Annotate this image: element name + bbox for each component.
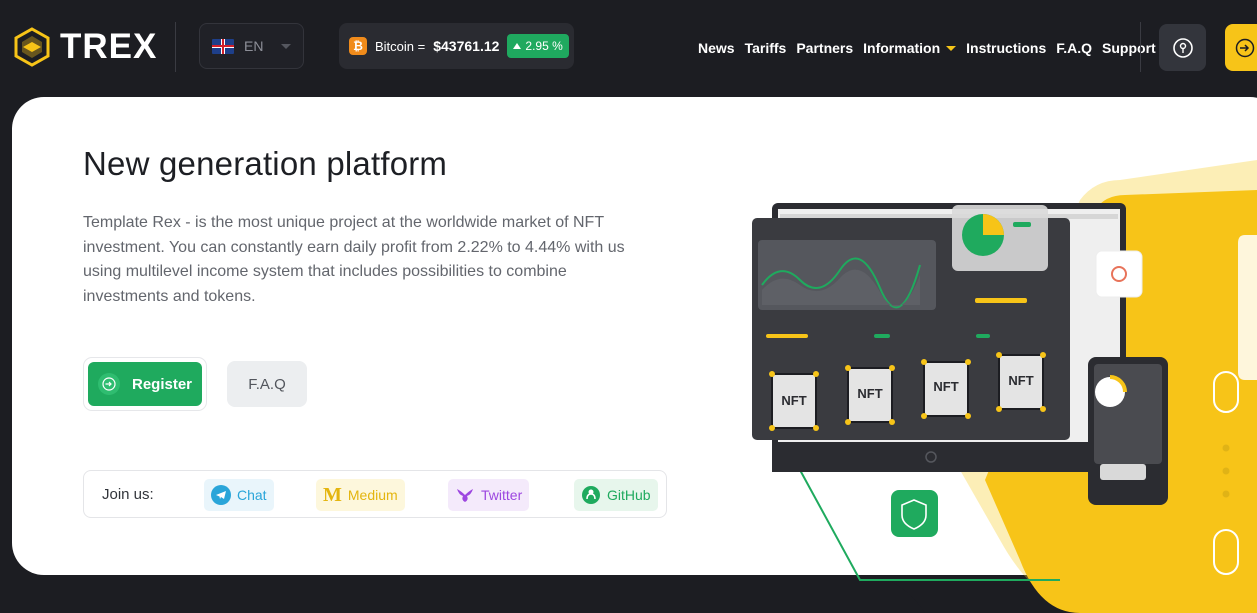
- nav-information-label: Information: [863, 40, 941, 56]
- bitcoin-price-ticker: ₿ Bitcoin = $43761.12 2.95 %: [339, 23, 574, 69]
- join-us-bar: Join us: Chat M Medium Twitter GitHub: [83, 470, 667, 518]
- nav-tariffs[interactable]: Tariffs: [745, 40, 787, 56]
- uk-flag-icon: [212, 38, 234, 54]
- register-button[interactable]: Register: [88, 362, 202, 406]
- arrow-up-icon: [513, 43, 522, 49]
- brand-name: TREX: [60, 27, 158, 66]
- hero-section: New generation platform Template Rex - i…: [12, 97, 1257, 575]
- medium-link[interactable]: M Medium: [316, 479, 405, 511]
- nav-partners[interactable]: Partners: [796, 40, 853, 56]
- ticker-price: $43761.12: [433, 38, 500, 54]
- price-change-badge: 2.95 %: [507, 34, 569, 58]
- register-label: Register: [132, 375, 193, 393]
- twitter-label: Twitter: [481, 487, 523, 503]
- register-button-frame: Register: [83, 357, 207, 411]
- ticker-label: Bitcoin =: [375, 38, 426, 54]
- trex-logo-icon: [14, 27, 50, 67]
- hero-title: New generation platform: [83, 145, 448, 182]
- nav-instructions[interactable]: Instructions: [966, 40, 1046, 56]
- location-button[interactable]: [1159, 24, 1206, 71]
- medium-icon: M: [323, 483, 342, 506]
- twitter-icon: [457, 489, 473, 502]
- nav-faq[interactable]: F.A.Q: [1056, 40, 1092, 56]
- main-nav: News Tariffs Partners Information Instru…: [698, 40, 1166, 56]
- nav-information[interactable]: Information: [863, 40, 957, 56]
- login-button[interactable]: [1225, 24, 1257, 71]
- top-navigation-bar: TREX EN ₿ Bitcoin = $43761.12 2.95 % New…: [0, 0, 1257, 96]
- github-link[interactable]: GitHub: [574, 479, 658, 511]
- chevron-down-icon: [281, 43, 291, 49]
- language-code: EN: [244, 38, 264, 54]
- twitter-link[interactable]: Twitter: [448, 479, 530, 511]
- language-selector[interactable]: EN: [199, 23, 304, 69]
- nav-news[interactable]: News: [698, 40, 735, 56]
- chevron-down-icon: [946, 45, 957, 51]
- nav-support[interactable]: Support: [1102, 40, 1156, 56]
- bitcoin-icon: ₿: [349, 37, 367, 55]
- login-icon: [1235, 38, 1255, 57]
- medium-label: Medium: [347, 487, 398, 503]
- price-change-value: 2.95 %: [525, 39, 563, 53]
- location-pin-icon: [1172, 37, 1193, 58]
- github-label: GitHub: [607, 487, 651, 503]
- brand-logo[interactable]: TREX: [12, 27, 157, 67]
- chat-label: Chat: [237, 487, 267, 503]
- hero-description: Template Rex - is the most unique projec…: [83, 214, 625, 305]
- faq-button[interactable]: F.A.Q: [227, 361, 307, 407]
- github-icon: [582, 486, 600, 504]
- join-us-label: Join us:: [102, 485, 154, 503]
- header-divider: [175, 22, 176, 72]
- telegram-icon: [211, 485, 231, 505]
- chat-link[interactable]: Chat: [204, 479, 274, 511]
- login-icon: [98, 373, 120, 395]
- header-divider: [1140, 22, 1141, 72]
